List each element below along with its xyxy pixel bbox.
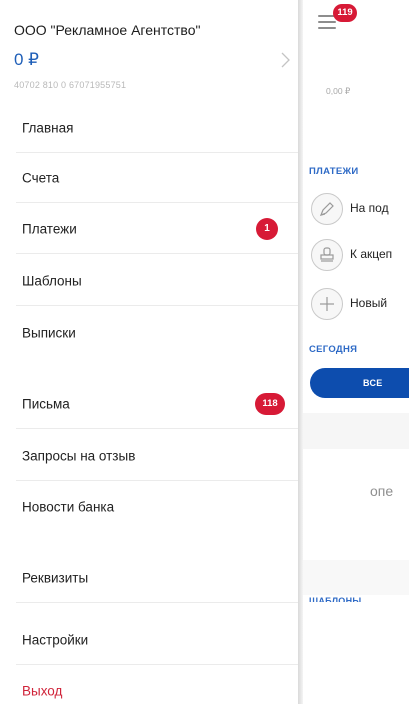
menu-item-review-requests[interactable]: Запросы на отзыв [0,431,298,481]
menu-item-label: Выход [22,683,63,699]
drawer-shadow [298,0,303,704]
main-screen: 119 0,00 ₽ ПЛАТЕЖИ На под К акцеп Новый … [303,0,409,704]
account-balance: 0 ₽ [14,50,39,69]
divider-block [303,560,409,595]
menu-item-statements[interactable]: Выписки [0,308,298,358]
divider [16,602,298,603]
menu-item-label: Платежи [22,221,77,237]
menu-item-label: Запросы на отзыв [22,448,136,464]
divider [16,305,298,306]
menu-item-label: Письма [22,396,70,412]
payments-section-title: ПЛАТЕЖИ [309,166,359,177]
row-label: К акцеп [350,247,393,261]
menu-item-templates[interactable]: Шаблоны [0,256,298,306]
divider [16,428,298,429]
operations-placeholder-text: опе [370,483,394,499]
payments-count-badge: 1 [256,218,278,240]
menu-item-label: Счета [22,170,60,186]
notifications-badge: 119 [333,4,357,22]
menu-item-label: Новости банка [22,499,115,515]
company-name: ООО "Рекламное Агентство" [14,22,201,38]
row-label: На под [350,201,389,215]
menu-item-bank-news[interactable]: Новости банка [0,482,298,532]
filter-all-label: ВСЕ [363,378,383,388]
divider-block [303,413,409,449]
menu-item-label: Выписки [22,325,76,341]
menu-item-payments[interactable]: Платежи 1 [0,204,298,254]
side-menu: ООО "Рекламное Агентство" 0 ₽ 40702 810 … [0,0,298,704]
divider [16,253,298,254]
divider [16,202,298,203]
menu-item-label: Шаблоны [22,273,82,289]
letters-count-badge: 118 [255,393,285,415]
filter-all-button[interactable]: ВСЕ [310,368,409,398]
divider [16,480,298,481]
today-section-title: СЕГОДНЯ [309,344,358,355]
menu-item-label: Реквизиты [22,570,89,586]
menu-item-letters[interactable]: Письма 118 [0,379,298,429]
menu-item-settings[interactable]: Настройки [0,615,298,665]
menu-item-home[interactable]: Главная [0,103,298,153]
menu-item-logout[interactable]: Выход [0,666,298,716]
divider [16,664,298,665]
plus-icon [311,288,343,320]
menu-item-label: Настройки [22,632,89,648]
account-number: 40702 810 0 67071955751 [14,80,127,90]
total-amount: 0,00 ₽ [326,86,351,96]
menu-item-label: Главная [22,120,74,136]
account-header[interactable]: ООО "Рекламное Агентство" 0 ₽ 40702 810 … [0,0,298,103]
templates-section-title: ШАБЛОНЫ [309,596,362,602]
row-label: Новый [350,296,388,310]
pen-icon [311,193,343,225]
menu-item-accounts[interactable]: Счета [0,153,298,203]
stamp-icon [311,239,343,271]
chevron-right-icon[interactable] [281,52,290,68]
menu-item-requisites[interactable]: Реквизиты [0,553,298,603]
